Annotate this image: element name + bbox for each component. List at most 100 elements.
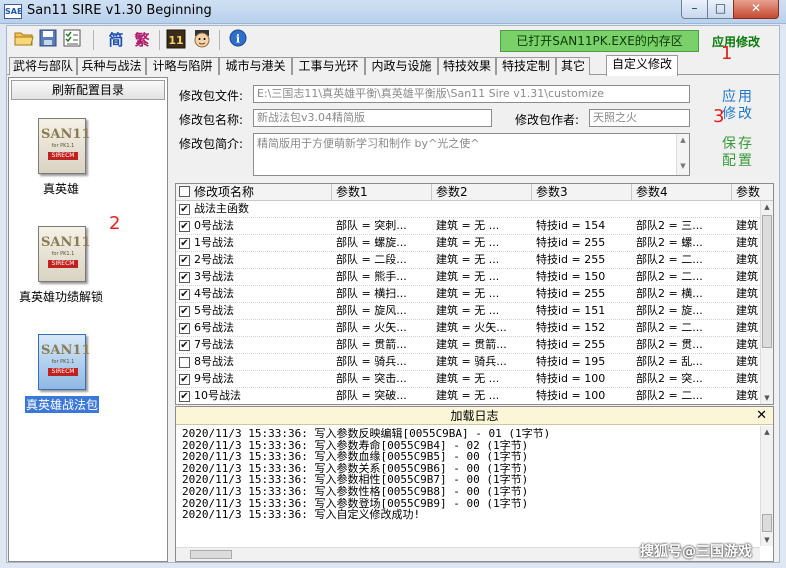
row-param-cell[interactable]: 特技id = 255 bbox=[536, 286, 632, 303]
tab-skill-effects[interactable]: 特技效果 bbox=[438, 57, 496, 75]
row-name-cell[interactable]: 5号战法 bbox=[194, 303, 330, 320]
row-param-cell[interactable]: 建筑 = 骑兵... bbox=[436, 354, 532, 371]
row-param-cell[interactable]: 部队 = 贯箭... bbox=[336, 337, 432, 354]
log-close-icon[interactable]: ✕ bbox=[756, 407, 767, 425]
tab-cities-ports[interactable]: 城市与港关 bbox=[219, 57, 292, 75]
tab-custom-modify[interactable]: 自定义修改 bbox=[606, 55, 678, 76]
row-param-cell[interactable]: 建筑 = 无 ... bbox=[436, 252, 532, 269]
row-param-cell[interactable]: 建筑 bbox=[736, 371, 762, 388]
row-name-cell[interactable]: 0号战法 bbox=[194, 218, 330, 235]
row-param-cell[interactable]: 部队 = 突破... bbox=[336, 388, 432, 404]
row-param-cell[interactable]: 建筑 bbox=[736, 235, 762, 252]
row-param-cell[interactable]: 特技id = 255 bbox=[536, 252, 632, 269]
tab-generals-units[interactable]: 武将与部队 bbox=[9, 57, 77, 75]
row-checkbox[interactable]: ✔ bbox=[179, 204, 190, 215]
table-row[interactable]: ✔ 3号战法 部队 = 熊手... 建筑 = 无 ... 特技id = 150 部队2 =… bbox=[176, 269, 762, 286]
table-row[interactable]: ✔ 7号战法 部队 = 贯箭... 建筑 = 贯箭... 特技id = 255 部队2 =… bbox=[176, 337, 762, 354]
row-checkbox[interactable]: ✔ bbox=[179, 272, 190, 283]
table-row[interactable]: ✔ 0号战法 部队 = 突刺... 建筑 = 无 ... 特技id = 154 部队2 =… bbox=[176, 218, 762, 235]
table-row[interactable]: 8号战法 部队 = 骑兵... 建筑 = 骑兵... 特技id = 195 部队2 = … bbox=[176, 354, 762, 371]
package-desc-field[interactable]: 精简版用于方便萌新学习和制作 by^光之使^ ▲ ▼ bbox=[253, 133, 690, 176]
log-scroll-thumb[interactable] bbox=[762, 514, 772, 532]
log-hscroll-thumb[interactable] bbox=[190, 550, 232, 559]
row-checkbox[interactable]: ✔ bbox=[179, 306, 190, 317]
checklist-icon[interactable] bbox=[61, 29, 83, 51]
preset-package-icon[interactable]: SAN11 for PK1.1 SIRECM bbox=[38, 334, 90, 390]
package-name-field[interactable]: 新战法包v3.04精简版 bbox=[253, 109, 492, 127]
row-param-cell[interactable]: 特技id = 255 bbox=[536, 235, 632, 252]
row-checkbox[interactable]: ✔ bbox=[179, 289, 190, 300]
row-param-cell[interactable]: 部队2 = 贯... bbox=[636, 337, 732, 354]
row-checkbox[interactable]: ✔ bbox=[179, 238, 190, 249]
row-name-cell[interactable]: 10号战法 bbox=[194, 388, 330, 404]
row-param-cell[interactable] bbox=[436, 201, 532, 218]
tab-troops-tactics[interactable]: 兵种与战法 bbox=[77, 57, 146, 75]
row-param-cell[interactable]: 建筑 = 无 ... bbox=[436, 269, 532, 286]
row-param-cell[interactable]: 建筑 bbox=[736, 303, 762, 320]
grid-scrollbar[interactable]: ▲ ▼ bbox=[760, 201, 773, 404]
row-name-cell[interactable]: 8号战法 bbox=[194, 354, 330, 371]
row-param-cell[interactable]: 部队 = 突刺... bbox=[336, 218, 432, 235]
row-param-cell[interactable]: 建筑 bbox=[736, 286, 762, 303]
scroll-up-arrow[interactable]: ▲ bbox=[762, 426, 772, 438]
traditional-chinese-button[interactable]: 繁 bbox=[131, 29, 153, 51]
scroll-down-arrow[interactable]: ▼ bbox=[762, 534, 772, 546]
preset-label[interactable]: 真英雄 bbox=[43, 180, 79, 197]
desc-scrollbar[interactable]: ▲ ▼ bbox=[676, 134, 689, 175]
tab-works-auras[interactable]: 工事与光环 bbox=[292, 57, 365, 75]
log-scrollbar[interactable]: ▲ ▼ bbox=[760, 426, 773, 546]
row-param-cell[interactable]: 部队2 = 乱... bbox=[636, 354, 732, 371]
row-name-cell[interactable]: 6号战法 bbox=[194, 320, 330, 337]
row-checkbox[interactable]: ✔ bbox=[179, 374, 190, 385]
row-checkbox[interactable]: ✔ bbox=[179, 221, 190, 232]
row-param-cell[interactable]: 建筑 bbox=[736, 218, 762, 235]
row-param-cell[interactable]: 部队2 = 二... bbox=[636, 320, 732, 337]
table-row[interactable]: ✔ 9号战法 部队 = 突击... 建筑 = 无 ... 特技id = 100 部队2 =… bbox=[176, 371, 762, 388]
row-param-cell[interactable]: 部队 = 螺旋... bbox=[336, 235, 432, 252]
row-name-cell[interactable]: 战法主函数 bbox=[194, 201, 330, 218]
row-param-cell[interactable]: 建筑 = 无 ... bbox=[436, 286, 532, 303]
row-name-cell[interactable]: 1号战法 bbox=[194, 235, 330, 252]
row-checkbox[interactable]: ✔ bbox=[179, 255, 190, 266]
row-name-cell[interactable]: 9号战法 bbox=[194, 371, 330, 388]
row-param-cell[interactable]: 部队2 = 二... bbox=[636, 388, 732, 404]
column-header-param4[interactable]: 参数4 bbox=[632, 184, 732, 201]
open-folder-icon[interactable] bbox=[13, 29, 35, 51]
row-name-cell[interactable]: 2号战法 bbox=[194, 252, 330, 269]
maximize-button[interactable]: □ bbox=[707, 0, 734, 19]
row-checkbox[interactable]: ✔ bbox=[179, 323, 190, 334]
row-checkbox[interactable]: ✔ bbox=[179, 391, 190, 402]
save-config-button[interactable]: 保存 配置 bbox=[722, 136, 754, 170]
package-file-field[interactable]: E:\三国志11\真英雄平衡\真英雄平衡版\San11 Sire v1.31\c… bbox=[253, 85, 690, 103]
table-row[interactable]: ✔ 1号战法 部队 = 螺旋... 建筑 = 无 ... 特技id = 255 部队2 =… bbox=[176, 235, 762, 252]
row-param-cell[interactable] bbox=[336, 201, 432, 218]
scroll-up-arrow[interactable]: ▲ bbox=[762, 201, 772, 213]
row-param-cell[interactable]: 部队2 = 突... bbox=[636, 371, 732, 388]
grid-scroll-thumb[interactable] bbox=[762, 215, 772, 348]
row-param-cell[interactable]: 特技id = 195 bbox=[536, 354, 632, 371]
refresh-config-button[interactable]: 刷新配置目录 bbox=[11, 80, 165, 100]
row-param-cell[interactable]: 建筑 = 无 ... bbox=[436, 235, 532, 252]
row-param-cell[interactable]: 特技id = 154 bbox=[536, 218, 632, 235]
apply-modify-button[interactable]: 应用 修改 bbox=[722, 89, 754, 123]
row-param-cell[interactable]: 部队 = 突击... bbox=[336, 371, 432, 388]
row-param-cell[interactable]: 特技id = 152 bbox=[536, 320, 632, 337]
package-author-field[interactable]: 天照之火 bbox=[589, 109, 690, 127]
row-param-cell[interactable]: 建筑 bbox=[736, 388, 762, 404]
preset-package-icon[interactable]: SAN11 for PK1.1 SIRECM bbox=[38, 118, 90, 174]
row-param-cell[interactable]: 部队2 = 二... bbox=[636, 269, 732, 286]
column-header-param5[interactable]: 参数 bbox=[732, 184, 773, 201]
row-param-cell[interactable]: 建筑 = 无 ... bbox=[436, 388, 532, 404]
column-header-name[interactable]: 修改项名称 bbox=[176, 184, 332, 201]
table-row[interactable]: ✔ 4号战法 部队 = 横扫... 建筑 = 无 ... 特技id = 255 部队2 =… bbox=[176, 286, 762, 303]
select-all-checkbox[interactable] bbox=[179, 186, 190, 197]
row-checkbox[interactable]: ✔ bbox=[179, 340, 190, 351]
save-disk-icon[interactable] bbox=[37, 29, 59, 51]
preset-package-icon[interactable]: SAN11 for PK1.1 SIRECM bbox=[38, 226, 90, 282]
close-button[interactable]: ✕ bbox=[733, 0, 779, 19]
row-param-cell[interactable] bbox=[636, 201, 732, 218]
row-param-cell[interactable]: 特技id = 150 bbox=[536, 269, 632, 286]
table-row[interactable]: ✔ 10号战法 部队 = 突破... 建筑 = 无 ... 特技id = 100 部队2 … bbox=[176, 388, 762, 404]
row-param-cell[interactable]: 部队2 = 横... bbox=[636, 286, 732, 303]
row-param-cell[interactable]: 建筑 bbox=[736, 269, 762, 286]
